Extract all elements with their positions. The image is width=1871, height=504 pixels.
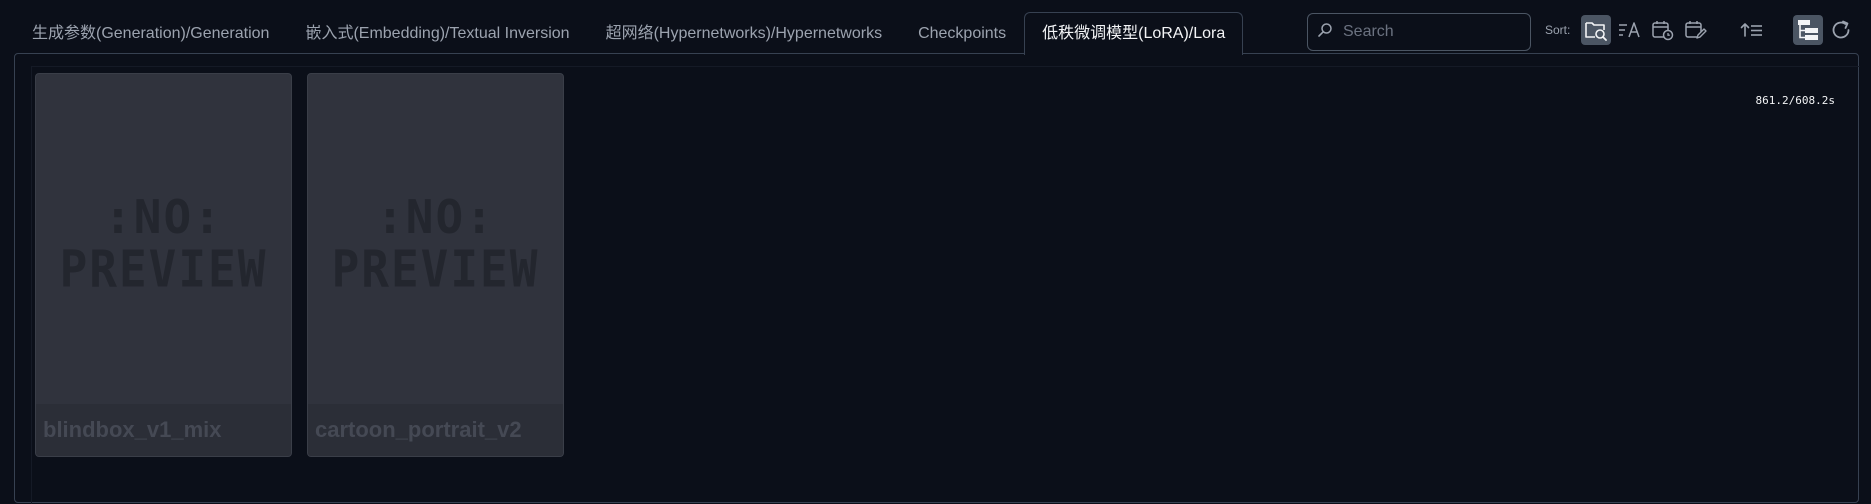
cards-container (31, 66, 1860, 504)
tab-lora[interactable]: 低秩微调模型(LoRA)/Lora (1024, 12, 1244, 55)
card-name: cartoon_portrait_v2 (308, 404, 563, 456)
no-preview-line2: PREVIEW (59, 239, 268, 299)
card-name: blindbox_v1_mix (36, 404, 291, 456)
extra-networks-header: 生成参数(Generation)/Generation 嵌入式(Embeddin… (0, 0, 1871, 55)
tab-textual-inversion[interactable]: 嵌入式(Embedding)/Textual Inversion (287, 12, 587, 54)
timing-readout: 861.2/608.2s (1755, 94, 1835, 107)
sort-ascending-icon (1740, 20, 1764, 40)
refresh-button[interactable] (1826, 15, 1856, 45)
no-preview-line2: PREVIEW (331, 239, 540, 299)
sort-direction-button[interactable] (1737, 15, 1767, 45)
no-preview-line1: :NO: (376, 190, 495, 244)
tab-checkpoints[interactable]: Checkpoints (900, 12, 1024, 54)
tree-view-icon (1796, 18, 1820, 42)
tab-hypernetworks[interactable]: 超网络(Hypernetworks)/Hypernetworks (588, 12, 901, 54)
sort-by-path-button[interactable] (1581, 15, 1611, 45)
sort-label: Sort: (1545, 23, 1571, 37)
lora-card[interactable]: :NO: PREVIEW blindbox_v1_mix (35, 73, 292, 457)
sort-by-name-button[interactable] (1615, 15, 1645, 45)
search-input[interactable] (1341, 22, 1521, 42)
no-preview-image: :NO: PREVIEW (36, 74, 291, 406)
sort-by-date-created-button[interactable] (1648, 15, 1678, 45)
search-box (1307, 13, 1531, 51)
sort-by-date-modified-button[interactable] (1681, 15, 1711, 45)
search-icon (1317, 22, 1333, 43)
no-preview-line1: :NO: (104, 190, 223, 244)
refresh-icon (1829, 18, 1853, 42)
lora-card[interactable]: :NO: PREVIEW cartoon_portrait_v2 (307, 73, 564, 457)
tab-generation[interactable]: 生成参数(Generation)/Generation (14, 12, 287, 54)
tree-view-button[interactable] (1793, 15, 1823, 45)
sort-by-date-modified-icon (1684, 19, 1708, 41)
sort-by-date-created-icon (1651, 19, 1675, 41)
no-preview-image: :NO: PREVIEW (308, 74, 563, 406)
tab-bar: 生成参数(Generation)/Generation 嵌入式(Embeddin… (14, 12, 1244, 55)
sort-by-name-icon (1618, 20, 1642, 40)
sort-by-path-icon (1584, 19, 1608, 41)
